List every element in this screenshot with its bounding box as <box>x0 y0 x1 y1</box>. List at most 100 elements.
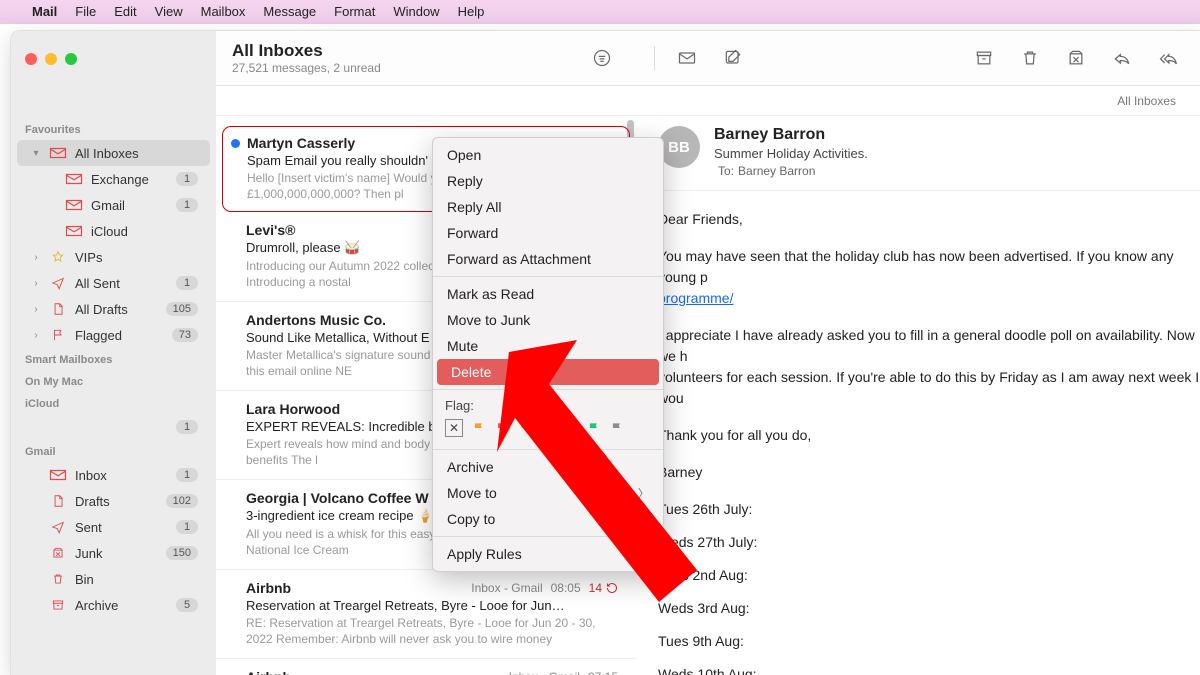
ctx-archive[interactable]: Archive <box>433 454 663 480</box>
menubar-edit[interactable]: Edit <box>114 4 136 19</box>
sidebar-item-icloud[interactable]: iCloud <box>17 218 210 244</box>
breadcrumb[interactable]: All Inboxes <box>636 86 1200 116</box>
menubar-mailbox[interactable]: Mailbox <box>201 4 246 19</box>
flag-color-icon[interactable] <box>495 421 509 435</box>
sidebar-section-title: Gmail <box>11 440 216 462</box>
sidebar-item-flagged[interactable]: › Flagged 73 <box>17 322 210 348</box>
reader-link[interactable]: programme/ <box>658 290 733 306</box>
sidebar-badge: 105 <box>166 302 198 316</box>
sidebar-item-label: Flagged <box>75 328 164 343</box>
reply-icon[interactable] <box>1108 44 1136 72</box>
ctx-reply-all[interactable]: Reply All <box>433 194 663 220</box>
flag-color-icon[interactable] <box>518 421 532 435</box>
menubar-message[interactable]: Message <box>263 4 316 19</box>
ctx-delete[interactable]: Delete <box>437 359 659 385</box>
sidebar-item-all-drafts[interactable]: › All Drafts 105 <box>17 296 210 322</box>
sidebar-item-label: Drafts <box>75 494 158 509</box>
chevron-icon: › <box>31 304 41 315</box>
menubar-window[interactable]: Window <box>393 4 439 19</box>
sidebar-item-label: Exchange <box>91 172 168 187</box>
sidebar-badge: 1 <box>176 172 198 186</box>
sidebar-badge: 5 <box>176 598 198 612</box>
junk-icon[interactable] <box>1062 44 1090 72</box>
sidebar-item-bin[interactable]: Bin <box>17 566 210 592</box>
inbox-icon <box>49 467 67 483</box>
flag-clear-button[interactable]: ✕ <box>445 419 463 437</box>
sidebar-item-vips[interactable]: › VIPs <box>17 244 210 270</box>
reader-to: To:Barney Barron <box>714 164 868 178</box>
ctx-move-to[interactable]: Move to〉 <box>433 480 663 506</box>
reader-date-line: Weds 10th Aug: <box>658 664 1200 675</box>
doc-icon <box>49 301 67 317</box>
trash-icon[interactable] <box>1016 44 1044 72</box>
ctx-flag-label: Flag: <box>445 398 651 413</box>
menubar-app[interactable]: Mail <box>32 4 57 19</box>
message-row[interactable]: AirbnbInbox - Gmail07:15 Reservation rem… <box>216 659 636 675</box>
zoom-window-button[interactable] <box>65 53 77 65</box>
sidebar-item-label: All Drafts <box>75 302 158 317</box>
mailbox-status: 27,521 messages, 2 unread <box>232 61 381 75</box>
sidebar-item-exchange[interactable]: Exchange 1 <box>17 166 210 192</box>
sidebar-item-gmail[interactable]: Gmail 1 <box>17 192 210 218</box>
ctx-copy-to[interactable]: Copy to〉 <box>433 506 663 532</box>
ctx-apply-rules[interactable]: Apply Rules <box>433 541 663 567</box>
sidebar-item-sent[interactable]: Sent 1 <box>17 514 210 540</box>
sidebar-badge: 1 <box>176 468 198 482</box>
menubar-help[interactable]: Help <box>458 4 485 19</box>
sidebar-item-label: All Sent <box>75 276 168 291</box>
sidebar-item-drafts[interactable]: Drafts 102 <box>17 488 210 514</box>
flag-color-icon[interactable] <box>587 421 601 435</box>
menubar-format[interactable]: Format <box>334 4 375 19</box>
chevron-right-icon: 〉 <box>638 511 649 527</box>
ctx-reply[interactable]: Reply <box>433 168 663 194</box>
reading-pane: BB Barney Barron Summer Holiday Activiti… <box>636 116 1200 675</box>
sent-icon <box>49 275 67 291</box>
sidebar-section-title: iCloud <box>11 392 216 414</box>
window-traffic-lights <box>11 31 216 86</box>
junk-icon <box>49 545 67 561</box>
context-menu[interactable]: OpenReplyReply AllForwardForward as Atta… <box>432 137 664 572</box>
sidebar-section-title: Favourites <box>11 118 216 140</box>
menubar-file[interactable]: File <box>75 4 96 19</box>
reader-date-line: Tues 26th July: <box>658 499 1200 520</box>
minimize-window-button[interactable] <box>45 53 57 65</box>
ctx-forward[interactable]: Forward <box>433 220 663 246</box>
sidebar-item-all-inboxes[interactable]: ▾ All Inboxes <box>17 140 210 166</box>
sidebar-item-junk[interactable]: Junk 150 <box>17 540 210 566</box>
flag-color-icon[interactable] <box>564 421 578 435</box>
message-preview: RE: Reservation at Treargel Retreats, By… <box>246 615 618 647</box>
ctx-mute[interactable]: Mute <box>433 333 663 359</box>
trash-icon <box>49 571 67 587</box>
ctx-open[interactable]: Open <box>433 142 663 168</box>
chevron-icon: › <box>31 330 41 341</box>
macos-menubar[interactable]: Mail File Edit View Mailbox Message Form… <box>0 0 1200 24</box>
reply-all-icon[interactable] <box>1154 44 1182 72</box>
flag-color-icon[interactable] <box>472 421 486 435</box>
sidebar-item-inbox[interactable]: Inbox 1 <box>17 462 210 488</box>
compose-icon[interactable] <box>719 44 747 72</box>
sidebar-badge: 102 <box>166 494 198 508</box>
sidebar-item[interactable]: 1 <box>17 414 210 440</box>
message-row[interactable]: AirbnbInbox - Gmail08:0514 Reservation a… <box>216 570 636 659</box>
sidebar-item-archive[interactable]: Archive 5 <box>17 592 210 618</box>
ctx-move-to-junk[interactable]: Move to Junk <box>433 307 663 333</box>
sidebar-item-label: All Inboxes <box>75 146 198 161</box>
sidebar-item-label: Inbox <box>75 468 168 483</box>
archive-icon[interactable] <box>970 44 998 72</box>
toolbar-right <box>636 31 1200 86</box>
flag-color-icon[interactable] <box>541 421 555 435</box>
filter-icon[interactable] <box>588 44 616 72</box>
flag-color-icon[interactable] <box>610 421 624 435</box>
ctx-forward-as-attachment[interactable]: Forward as Attachment <box>433 246 663 272</box>
sidebar-section-title: On My Mac <box>11 370 216 392</box>
sidebar-badge: 1 <box>176 198 198 212</box>
ctx-mark-as-read[interactable]: Mark as Read <box>433 281 663 307</box>
sidebar-item-all-sent[interactable]: › All Sent 1 <box>17 270 210 296</box>
envelope-icon[interactable] <box>673 44 701 72</box>
menubar-view[interactable]: View <box>155 4 183 19</box>
sidebar: Favourites▾ All Inboxes Exchange 1 Gmail… <box>11 116 216 675</box>
sidebar-item-label: Archive <box>75 598 168 613</box>
close-window-button[interactable] <box>25 53 37 65</box>
divider <box>654 46 655 70</box>
doc-icon <box>49 493 67 509</box>
